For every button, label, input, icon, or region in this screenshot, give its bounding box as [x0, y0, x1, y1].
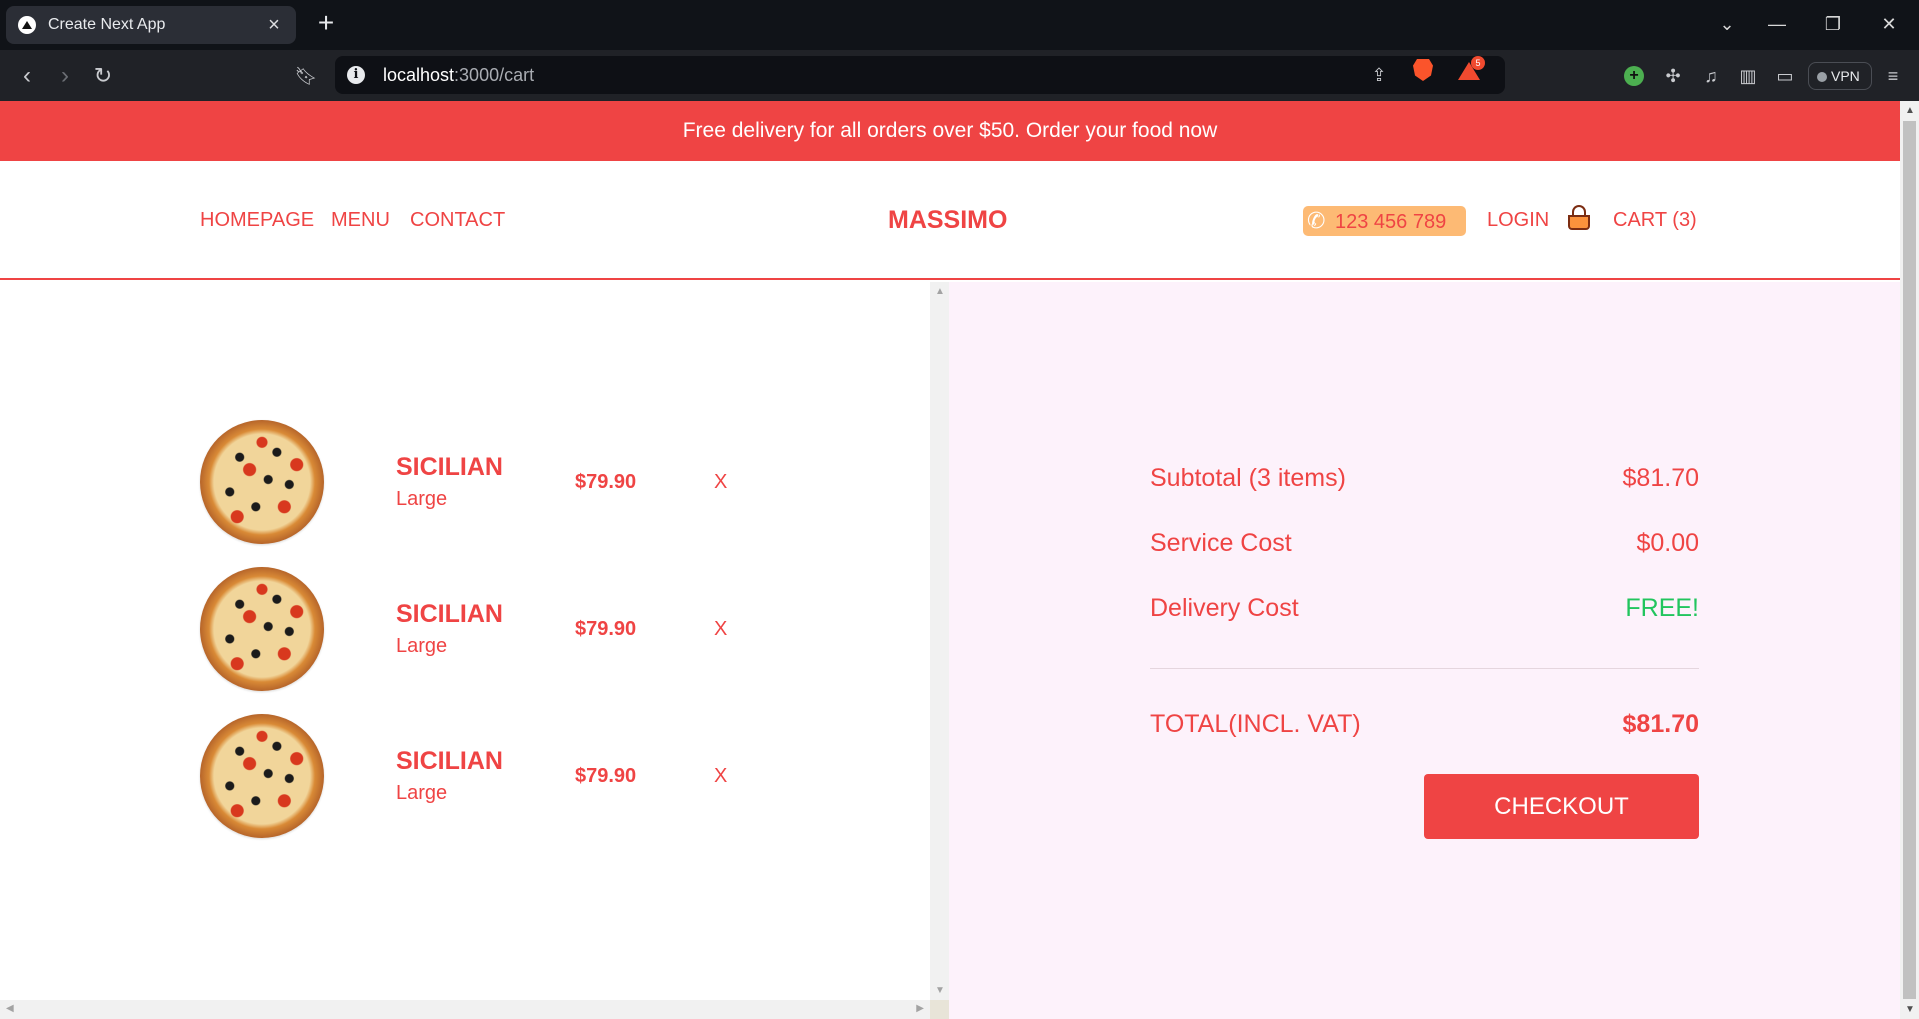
cart-link[interactable]: CART (3) — [1613, 209, 1697, 232]
browser-toolbar: ‹ › ↻ 🔖︎ i localhost:3000/cart ⇪ 5 + ✣ ♫… — [0, 50, 1919, 101]
scrollbar-corner — [930, 1000, 949, 1019]
cart-item: SICILIAN Large $79.90 X — [200, 714, 760, 840]
forward-icon[interactable]: › — [48, 59, 82, 93]
delivery-cost-value: FREE! — [1625, 594, 1699, 622]
subtotal-row: Subtotal (3 items) $81.70 — [1150, 464, 1699, 496]
share-icon[interactable]: ⇪ — [1366, 64, 1392, 86]
phone-badge: ✆ 123 456 789 — [1303, 206, 1466, 236]
nav-contact-link[interactable]: CONTACT — [410, 209, 505, 232]
items-horizontal-scrollbar[interactable]: ◀ ▶ — [0, 1000, 930, 1019]
media-music-icon[interactable]: ♫ — [1698, 63, 1724, 89]
scroll-right-arrow-icon[interactable]: ▶ — [916, 1003, 924, 1014]
delivery-cost-row: Delivery Cost FREE! — [1150, 594, 1699, 626]
scroll-up-arrow-icon[interactable]: ▲ — [935, 286, 945, 297]
remove-item-button[interactable]: X — [714, 471, 727, 494]
total-label: TOTAL(INCL. VAT) — [1150, 710, 1361, 738]
address-bar[interactable]: i localhost:3000/cart ⇪ — [335, 56, 1505, 94]
url-text[interactable]: localhost:3000/cart — [383, 65, 534, 86]
close-window-icon[interactable]: ✕ — [1866, 8, 1912, 40]
item-price: $79.90 — [575, 765, 637, 787]
sidebar-toggle-icon[interactable]: ▥ — [1735, 63, 1761, 89]
vpn-status-icon — [1817, 72, 1827, 82]
tab-search-chevron-icon[interactable]: ⌄ — [1704, 8, 1750, 40]
service-cost-label: Service Cost — [1150, 529, 1292, 557]
page-scroll-up-icon[interactable]: ▲ — [1905, 105, 1915, 116]
item-size: Large — [396, 782, 448, 804]
promo-banner: Free delivery for all orders over $50. O… — [0, 101, 1900, 161]
reload-icon[interactable]: ↻ — [86, 59, 120, 93]
scroll-left-arrow-icon[interactable]: ◀ — [6, 1003, 14, 1014]
cart-item: SICILIAN Large $79.90 X — [200, 567, 760, 693]
nextjs-favicon-icon — [18, 16, 36, 34]
phone-icon: ✆ — [1307, 208, 1326, 233]
service-cost-row: Service Cost $0.00 — [1150, 529, 1699, 561]
extensions-puzzle-icon[interactable]: ✣ — [1660, 63, 1686, 89]
back-icon[interactable]: ‹ — [10, 59, 44, 93]
cart-item: SICILIAN Large $79.90 X — [200, 420, 760, 546]
subtotal-value: $81.70 — [1622, 464, 1699, 492]
restore-icon[interactable]: ❐ — [1810, 8, 1856, 40]
scroll-down-arrow-icon[interactable]: ▼ — [935, 985, 945, 996]
item-size: Large — [396, 488, 448, 510]
page-vertical-scrollbar[interactable]: ▲ ▼ — [1900, 101, 1919, 1019]
item-price: $79.90 — [575, 618, 637, 640]
pizza-image — [200, 567, 324, 691]
checkout-button[interactable]: CHECKOUT — [1424, 774, 1699, 839]
delivery-cost-label: Delivery Cost — [1150, 594, 1299, 622]
item-name: SICILIAN — [396, 600, 503, 628]
item-name: SICILIAN — [396, 453, 503, 481]
tab-title: Create Next App — [48, 16, 166, 33]
menu-icon[interactable]: ≡ — [1880, 63, 1906, 89]
site-info-icon[interactable]: i — [347, 66, 365, 84]
phone-number: 123 456 789 — [1335, 211, 1447, 233]
item-price: $79.90 — [575, 471, 637, 493]
page-scroll-down-icon[interactable]: ▼ — [1905, 1004, 1915, 1015]
pizza-image — [200, 714, 324, 838]
page-scroll-thumb[interactable] — [1903, 121, 1916, 999]
service-cost-value: $0.00 — [1636, 529, 1699, 557]
cart-basket-icon[interactable] — [1568, 205, 1590, 231]
remove-item-button[interactable]: X — [714, 765, 727, 788]
rewards-badge: 5 — [1471, 56, 1485, 70]
browser-tab-bar: Create Next App × + ⌄ — ❐ ✕ — [0, 0, 1919, 50]
order-summary-panel — [949, 282, 1900, 1019]
site-logo[interactable]: MASSIMO — [888, 206, 1007, 235]
pizza-image — [200, 420, 324, 544]
vpn-button[interactable]: VPN — [1808, 62, 1872, 90]
subtotal-label: Subtotal (3 items) — [1150, 464, 1346, 492]
total-row: TOTAL(INCL. VAT) $81.70 — [1150, 710, 1699, 742]
item-size: Large — [396, 635, 448, 657]
nav-menu-link[interactable]: MENU — [331, 209, 390, 232]
new-tab-icon[interactable]: + — [310, 8, 342, 40]
minimize-icon[interactable]: — — [1754, 8, 1800, 40]
total-value: $81.70 — [1622, 710, 1699, 738]
site-header: HOMEPAGE MENU CONTACT MASSIMO ✆ 123 456 7… — [0, 161, 1900, 280]
wallet-icon[interactable]: ▭ — [1772, 63, 1798, 89]
item-name: SICILIAN — [396, 747, 503, 775]
bookmark-icon[interactable]: 🔖︎ — [289, 59, 323, 93]
nav-homepage-link[interactable]: HOMEPAGE — [200, 209, 314, 232]
extension-add-icon[interactable]: + — [1624, 66, 1644, 86]
close-tab-icon[interactable]: × — [264, 14, 284, 37]
remove-item-button[interactable]: X — [714, 618, 727, 641]
login-link[interactable]: LOGIN — [1487, 209, 1549, 232]
summary-divider — [1150, 668, 1699, 669]
items-vertical-scrollbar[interactable]: ▲ ▼ — [930, 282, 949, 1000]
browser-tab[interactable]: Create Next App × — [6, 6, 296, 44]
